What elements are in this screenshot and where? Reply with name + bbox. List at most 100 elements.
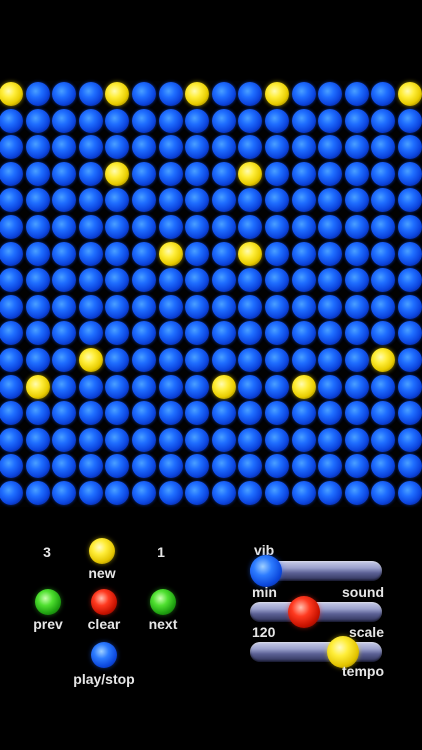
grid-cell[interactable] [344,135,369,160]
grid-cell[interactable] [78,374,103,399]
grid-cell[interactable] [291,108,316,133]
grid-cell[interactable] [105,241,130,266]
grid-cell[interactable] [158,321,183,346]
grid-cell[interactable] [52,401,77,426]
grid-cell[interactable] [78,454,103,479]
grid-cell[interactable] [211,108,236,133]
grid-cell[interactable] [78,135,103,160]
grid-cell[interactable] [25,161,50,186]
grid-cell[interactable] [238,481,263,505]
grid-cell[interactable] [185,161,210,186]
grid-cell[interactable] [25,135,50,160]
grid-cell[interactable] [25,481,50,505]
grid-cell[interactable] [318,321,343,346]
grid-cell[interactable] [265,481,289,505]
grid-cell[interactable] [185,454,210,479]
grid-cell[interactable] [398,427,422,452]
grid-cell[interactable] [105,294,130,319]
grid-cell[interactable] [105,374,130,399]
grid-cell[interactable] [238,188,263,213]
play-stop-button[interactable] [91,642,117,668]
grid-cell[interactable] [211,241,236,266]
grid-cell[interactable] [52,135,77,160]
grid-cell[interactable] [0,82,23,106]
grid-cell[interactable] [318,82,343,106]
grid-cell[interactable] [211,454,236,479]
grid-cell[interactable] [211,348,236,372]
clear-button[interactable] [91,589,117,615]
grid-cell[interactable] [265,215,289,239]
grid-cell[interactable] [132,135,156,160]
grid-cell[interactable] [78,215,103,239]
grid-cell[interactable] [185,135,210,160]
grid-cell[interactable] [371,82,396,106]
grid-cell[interactable] [185,241,210,266]
grid-cell[interactable] [0,161,23,186]
grid-cell[interactable] [158,294,183,319]
grid-cell[interactable] [158,401,183,426]
grid-cell[interactable] [318,268,343,293]
grid-cell[interactable] [398,374,422,399]
grid-cell[interactable] [344,268,369,293]
grid-cell[interactable] [78,348,103,372]
grid-cell[interactable] [344,161,369,186]
grid-cell[interactable] [291,348,316,372]
grid-cell[interactable] [318,454,343,479]
grid-cell[interactable] [238,241,263,266]
grid-cell[interactable] [371,135,396,160]
grid-cell[interactable] [398,135,422,160]
grid-cell[interactable] [25,268,50,293]
grid-cell[interactable] [344,108,369,133]
grid-cell[interactable] [291,215,316,239]
grid-cell[interactable] [371,188,396,213]
grid-cell[interactable] [398,348,422,372]
grid-cell[interactable] [25,82,50,106]
grid-cell[interactable] [211,135,236,160]
grid-cell[interactable] [211,215,236,239]
grid-cell[interactable] [344,241,369,266]
grid-cell[interactable] [211,268,236,293]
grid-cell[interactable] [132,241,156,266]
grid-cell[interactable] [78,161,103,186]
grid-cell[interactable] [211,161,236,186]
grid-cell[interactable] [371,481,396,505]
grid-cell[interactable] [344,188,369,213]
grid-cell[interactable] [132,215,156,239]
grid-cell[interactable] [25,215,50,239]
grid-cell[interactable] [371,321,396,346]
grid-cell[interactable] [105,188,130,213]
grid-cell[interactable] [25,348,50,372]
new-button[interactable] [89,538,115,564]
grid-cell[interactable] [344,321,369,346]
grid-cell[interactable] [211,481,236,505]
grid-cell[interactable] [318,241,343,266]
grid-cell[interactable] [158,241,183,266]
grid-cell[interactable] [78,294,103,319]
grid-cell[interactable] [25,401,50,426]
grid-cell[interactable] [318,427,343,452]
grid-cell[interactable] [158,348,183,372]
grid-cell[interactable] [25,108,50,133]
grid-cell[interactable] [371,215,396,239]
grid-cell[interactable] [0,294,23,319]
grid-cell[interactable] [371,268,396,293]
grid-cell[interactable] [238,268,263,293]
grid-cell[interactable] [132,374,156,399]
grid-cell[interactable] [132,268,156,293]
grid-cell[interactable] [265,241,289,266]
grid-cell[interactable] [52,215,77,239]
grid-cell[interactable] [52,374,77,399]
grid-cell[interactable] [265,135,289,160]
grid-cell[interactable] [371,401,396,426]
grid-cell[interactable] [291,161,316,186]
grid-cell[interactable] [158,82,183,106]
grid-cell[interactable] [105,108,130,133]
grid-cell[interactable] [371,454,396,479]
grid-cell[interactable] [291,188,316,213]
grid-cell[interactable] [238,427,263,452]
grid-cell[interactable] [132,161,156,186]
grid-cell[interactable] [132,348,156,372]
grid-cell[interactable] [318,188,343,213]
grid-cell[interactable] [78,427,103,452]
grid-cell[interactable] [158,188,183,213]
